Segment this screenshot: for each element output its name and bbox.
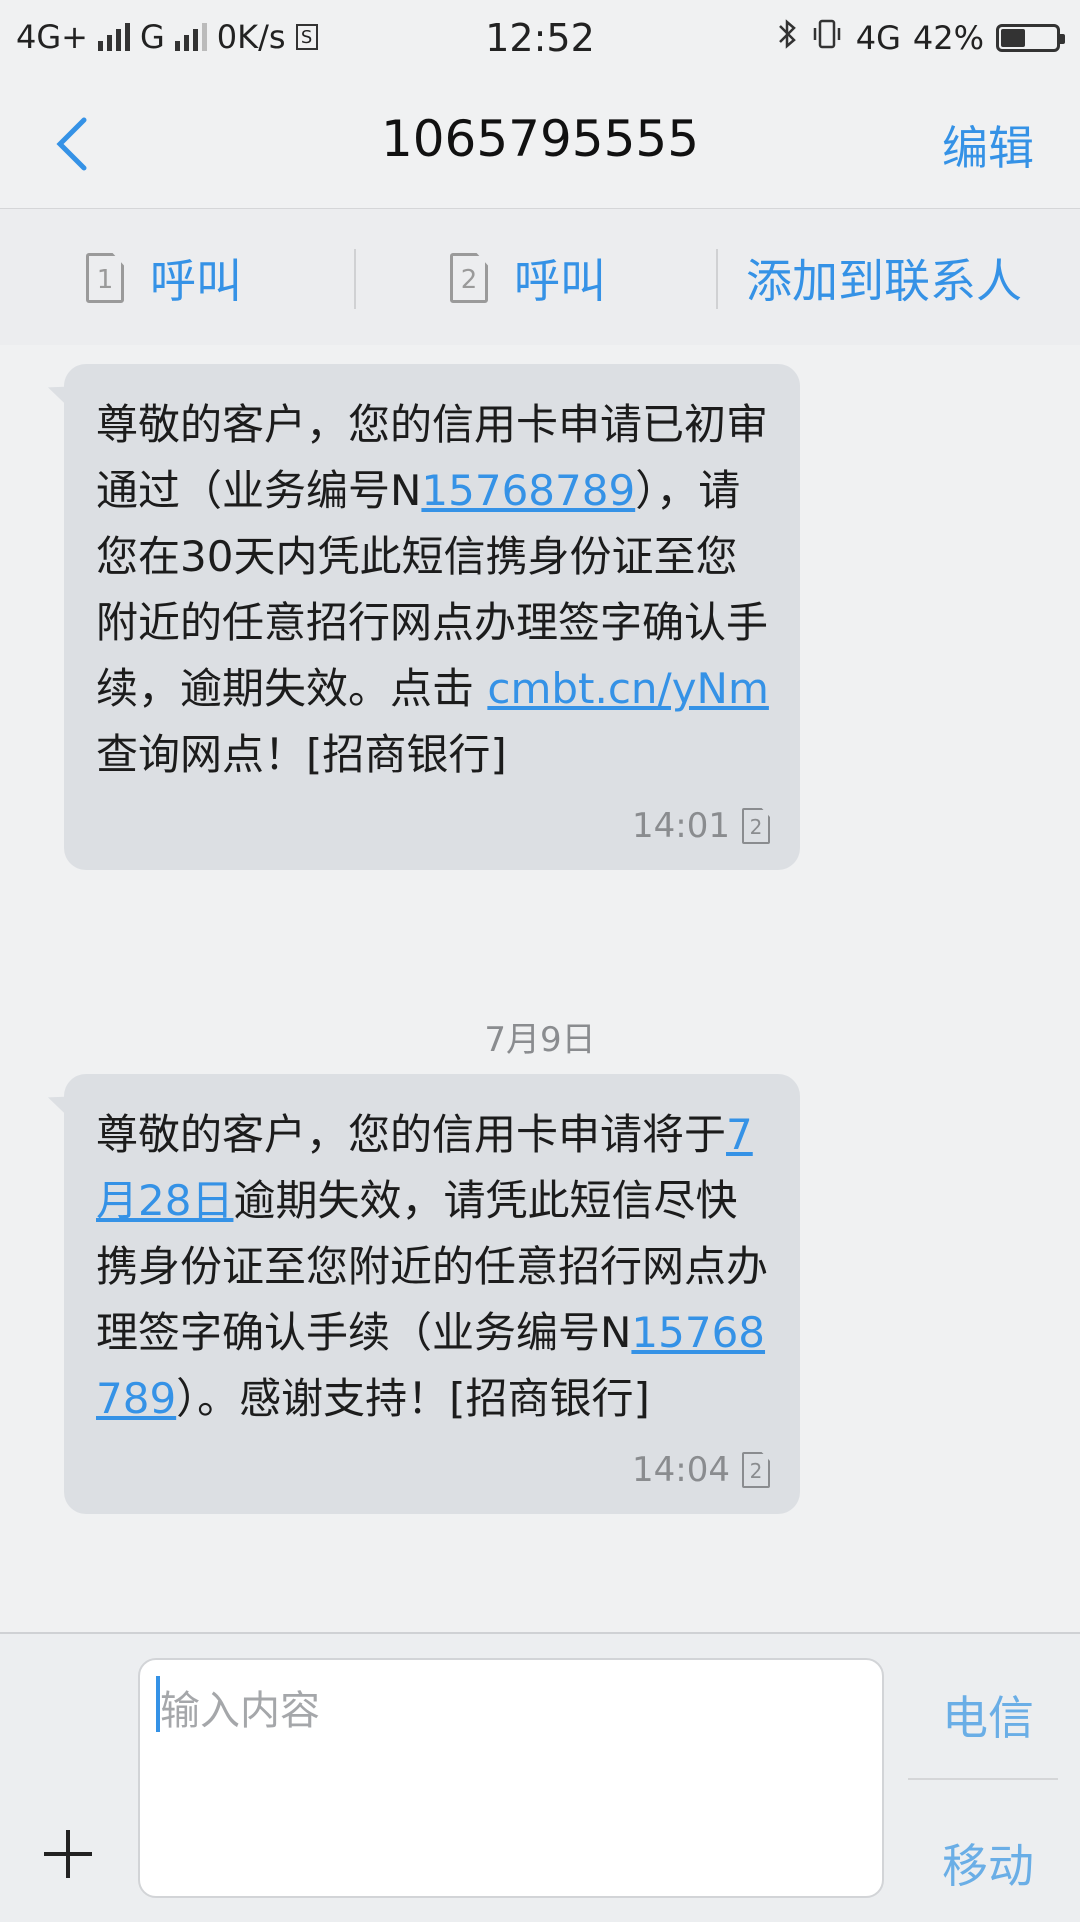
battery-icon [996, 24, 1065, 52]
composer: 输入内容 电信 移动 [0, 1632, 1080, 1922]
divider [908, 1778, 1058, 1780]
bluetooth-icon [776, 18, 798, 58]
url-link[interactable]: cmbt.cn/yNm [487, 664, 769, 713]
sim-card-icon: 2 [742, 808, 770, 844]
message-meta: 14:04 2 [96, 1450, 770, 1490]
message-bubble[interactable]: 尊敬的客户，您的信用卡申请将于7月28日逾期失效，请凭此短信尽快携身份证至您附近… [64, 1074, 800, 1514]
call-sim1-button[interactable]: 1 呼叫 [86, 245, 242, 311]
send-telecom-button[interactable]: 电信 [942, 1682, 1034, 1748]
message-time: 14:01 [632, 806, 730, 846]
divider [354, 249, 356, 309]
call-sim2-label: 呼叫 [514, 254, 606, 308]
message-text-part: 查询网点！[招商银行] [96, 730, 507, 779]
date-separator: 7月9日 [484, 1020, 596, 1060]
message-text-part: ）。感谢支持！[招商银行] [176, 1374, 650, 1423]
status-right: 4G 42% [776, 18, 1065, 58]
call-sim2-button[interactable]: 2 呼叫 [450, 245, 606, 311]
message-meta: 14:01 2 [96, 806, 770, 846]
message-input[interactable]: 输入内容 [138, 1658, 884, 1898]
edit-button[interactable]: 编辑 [942, 112, 1034, 178]
send-mobile-button[interactable]: 移动 [942, 1830, 1034, 1896]
attach-plus-icon[interactable] [44, 1830, 92, 1878]
vibrate-icon [810, 18, 844, 58]
action-bar: 1 呼叫 2 呼叫 添加到联系人 [0, 209, 1080, 345]
status-bar: 4G+ G 0K/s S 12:52 4G 42% [0, 0, 1080, 76]
sim-card-icon: 1 [86, 253, 124, 303]
message-bubble[interactable]: 尊敬的客户，您的信用卡申请已初审通过（业务编号N15768789），请您在30天… [64, 364, 800, 870]
conversation-header: 1065795555 编辑 [0, 76, 1080, 209]
page-title: 1065795555 [380, 110, 700, 168]
business-number-link[interactable]: 15768789 [421, 466, 635, 515]
message-text-part: 尊敬的客户，您的信用卡申请将于 [96, 1110, 727, 1159]
battery-percent: 42% [912, 19, 984, 57]
sim-card-icon: 2 [450, 253, 488, 303]
message-text: 尊敬的客户，您的信用卡申请将于7月28日逾期失效，请凭此短信尽快携身份证至您附近… [96, 1102, 770, 1432]
network-type-3: 4G [855, 19, 901, 57]
sim-card-icon: 2 [742, 1452, 770, 1488]
add-contact-button[interactable]: 添加到联系人 [746, 245, 1022, 311]
message-time: 14:04 [632, 1450, 730, 1490]
call-sim1-label: 呼叫 [150, 254, 242, 308]
message-text: 尊敬的客户，您的信用卡申请已初审通过（业务编号N15768789），请您在30天… [96, 392, 770, 788]
divider [716, 249, 718, 309]
input-placeholder: 输入内容 [160, 1688, 320, 1734]
